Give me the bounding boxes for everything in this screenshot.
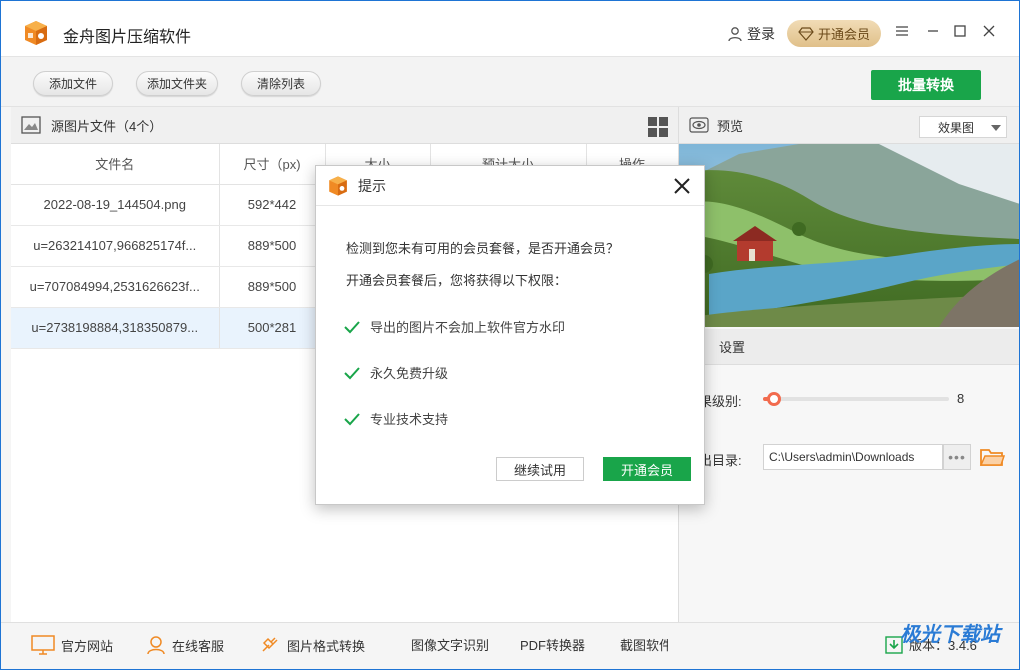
dialog-overlay: 提示 检测到您未有可用的会员套餐，是否开通会员？ 开通会员套餐后，您将获得以下权… xyxy=(0,0,1020,670)
dialog-title: 提示 xyxy=(358,177,386,194)
close-icon[interactable] xyxy=(672,176,692,196)
dialog-header: 提示 xyxy=(316,166,704,206)
membership-dialog: 提示 检测到您未有可用的会员套餐，是否开通会员？ 开通会员套餐后，您将获得以下权… xyxy=(315,165,705,505)
continue-trial-button[interactable]: 继续试用 xyxy=(496,457,584,481)
watermark-logo: 极光下载站 xyxy=(900,624,1000,646)
benefit-label: 导出的图片不会加上软件官方水印 xyxy=(370,320,566,335)
check-icon xyxy=(344,412,360,425)
dialog-question: 检测到您未有可用的会员套餐，是否开通会员？ xyxy=(346,241,620,256)
check-icon xyxy=(344,366,360,379)
check-icon xyxy=(344,320,360,333)
benefit-label: 永久免费升级 xyxy=(370,366,449,381)
benefit-item: 永久免费升级 xyxy=(344,363,448,382)
dialog-intro: 开通会员套餐后，您将获得以下权限： xyxy=(346,273,568,288)
app-logo-icon xyxy=(329,175,347,196)
open-membership-button[interactable]: 开通会员 xyxy=(603,457,691,481)
benefit-item: 导出的图片不会加上软件官方水印 xyxy=(344,317,565,336)
benefit-label: 专业技术支持 xyxy=(370,412,449,427)
benefit-item: 专业技术支持 xyxy=(344,409,448,428)
